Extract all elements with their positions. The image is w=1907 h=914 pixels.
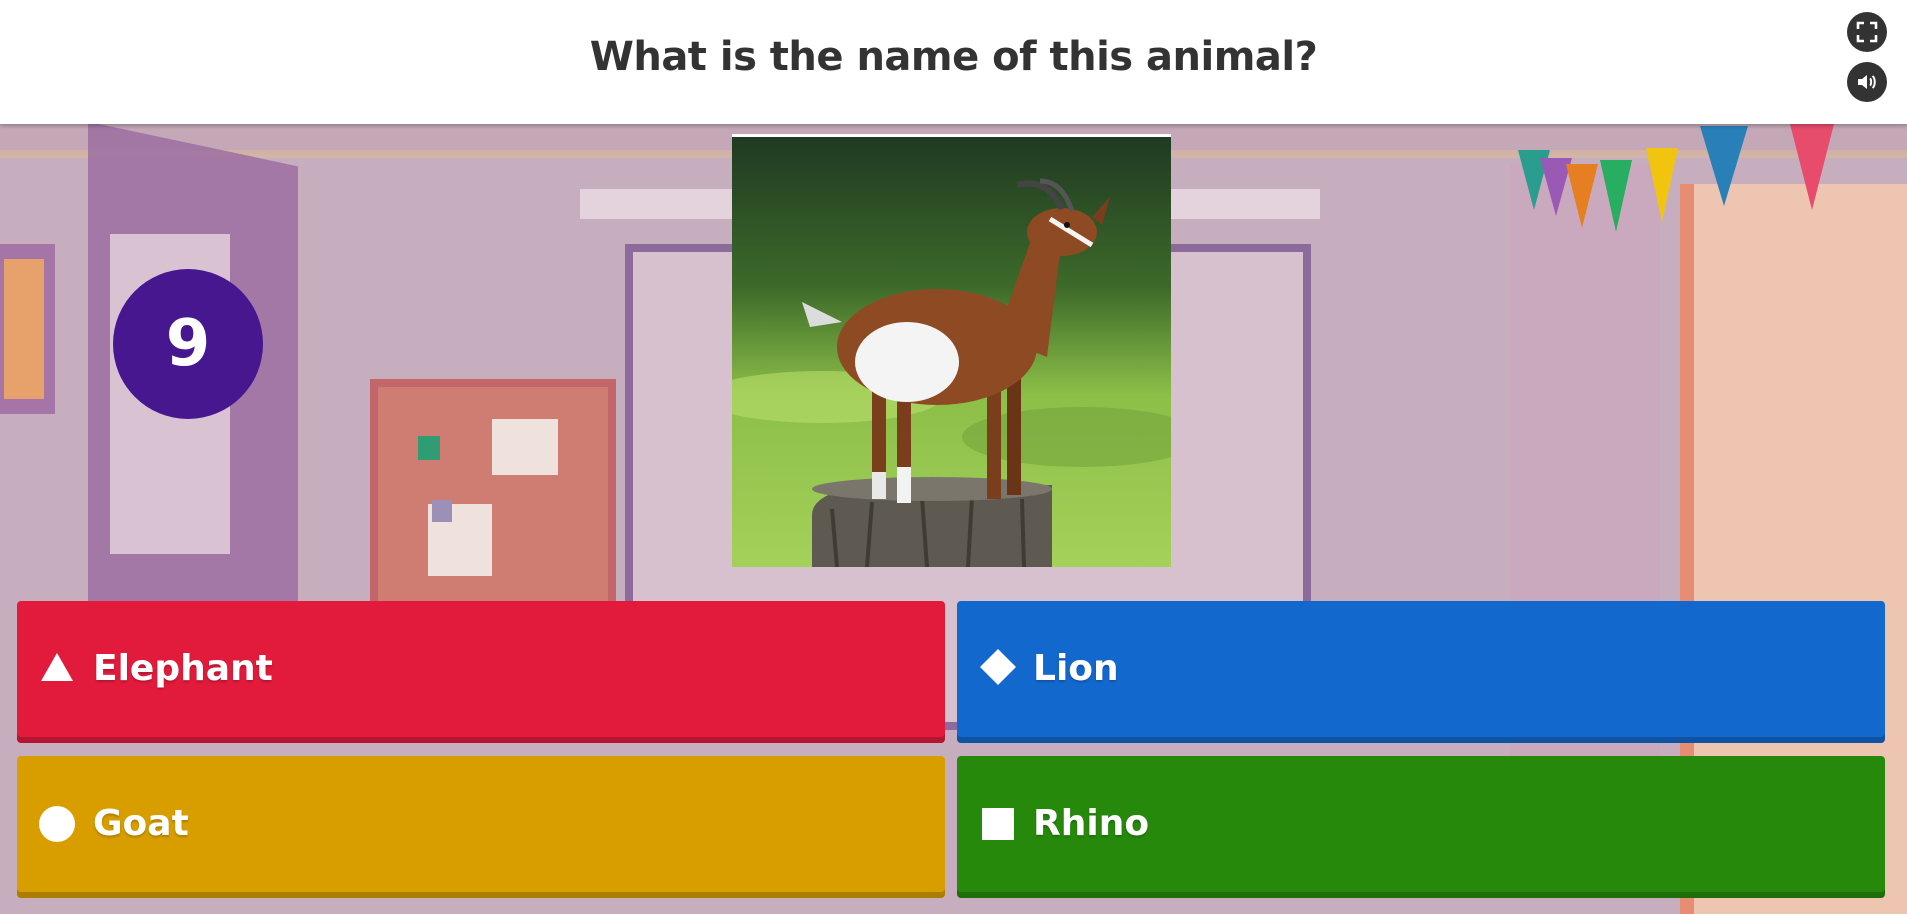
bunting-flag [1600,160,1632,232]
question-title: What is the name of this animal? [589,34,1318,80]
answer-option-lion[interactable]: Lion [957,601,1885,743]
fullscreen-icon [1856,21,1878,43]
answer-label: Goat [93,803,189,844]
fullscreen-button[interactable] [1847,12,1887,52]
answer-option-elephant[interactable]: Elephant [17,601,945,743]
bunting-flag [1566,164,1598,228]
bunting-flag [1646,148,1678,222]
circle-icon [39,806,75,842]
answer-option-rhino[interactable]: Rhino [957,756,1885,898]
sound-toggle-button[interactable] [1847,62,1887,102]
wall-picture [4,259,44,399]
answer-option-goat[interactable]: Goat [17,756,945,898]
answer-label: Elephant [93,648,273,689]
diamond-icon [980,649,1016,685]
countdown-timer: 9 [113,269,263,419]
goat-image [732,137,1171,567]
board-sticky-note [432,500,452,522]
triangle-icon [41,653,73,681]
square-icon [982,808,1014,840]
bunting-flag [1700,126,1748,206]
speaker-icon [1858,75,1876,89]
bunting-flag [1790,124,1834,210]
board-note [492,419,558,475]
question-image [732,134,1171,567]
board-sticky-note [418,436,440,460]
question-header: What is the name of this animal? [0,0,1907,124]
answer-label: Rhino [1033,803,1150,844]
answer-label: Lion [1033,648,1119,689]
